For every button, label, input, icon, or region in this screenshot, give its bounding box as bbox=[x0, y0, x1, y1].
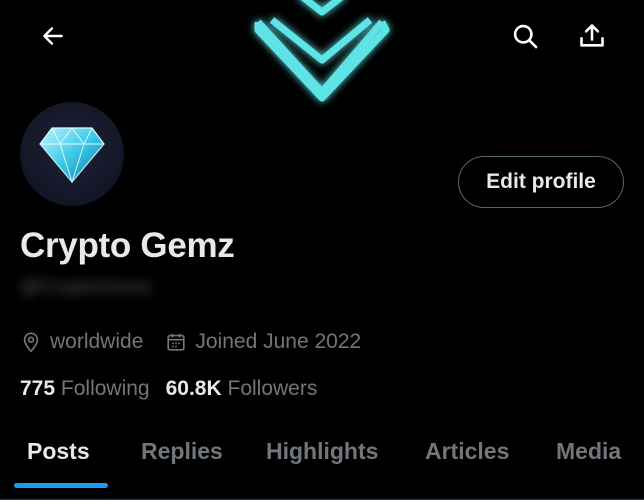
back-button[interactable] bbox=[29, 12, 77, 60]
arrow-left-icon bbox=[43, 27, 63, 45]
search-icon bbox=[513, 24, 538, 49]
profile-meta: worldwide Joined June 2022 bbox=[20, 330, 383, 354]
avatar-image bbox=[20, 102, 124, 206]
following-label: Following bbox=[60, 377, 150, 400]
tab-posts[interactable]: Posts bbox=[27, 438, 90, 465]
edit-profile-button[interactable]: Edit profile bbox=[458, 156, 624, 208]
profile-stats: 775 Following 60.8K Followers bbox=[20, 377, 333, 401]
following-link[interactable]: 775 Following bbox=[20, 377, 150, 401]
diamond-icon bbox=[39, 127, 105, 184]
joined-text: Joined June 2022 bbox=[195, 330, 362, 353]
tab-media[interactable]: Media bbox=[556, 438, 621, 465]
search-button[interactable] bbox=[501, 12, 549, 60]
followers-count: 60.8K bbox=[165, 377, 222, 400]
active-tab-indicator bbox=[14, 483, 108, 488]
tab-articles[interactable]: Articles bbox=[425, 438, 509, 465]
calendar-icon bbox=[167, 333, 185, 351]
profile-name: Crypto Gemz bbox=[20, 226, 235, 265]
joined-item: Joined June 2022 bbox=[165, 330, 361, 354]
avatar[interactable] bbox=[19, 101, 125, 207]
location-pin-icon bbox=[23, 332, 39, 353]
share-icon bbox=[580, 24, 604, 47]
profile-tabs: Posts Replies Highlights Articles Media bbox=[0, 424, 644, 500]
share-button[interactable] bbox=[568, 12, 616, 60]
following-count: 775 bbox=[20, 377, 56, 400]
tab-replies[interactable]: Replies bbox=[141, 438, 223, 465]
profile-handle: @CryptoGemz bbox=[20, 276, 153, 298]
tab-highlights[interactable]: Highlights bbox=[266, 438, 378, 465]
location-item: worldwide bbox=[20, 330, 143, 354]
followers-link[interactable]: 60.8K Followers bbox=[166, 377, 318, 401]
location-text: worldwide bbox=[50, 330, 144, 353]
followers-label: Followers bbox=[227, 377, 318, 400]
